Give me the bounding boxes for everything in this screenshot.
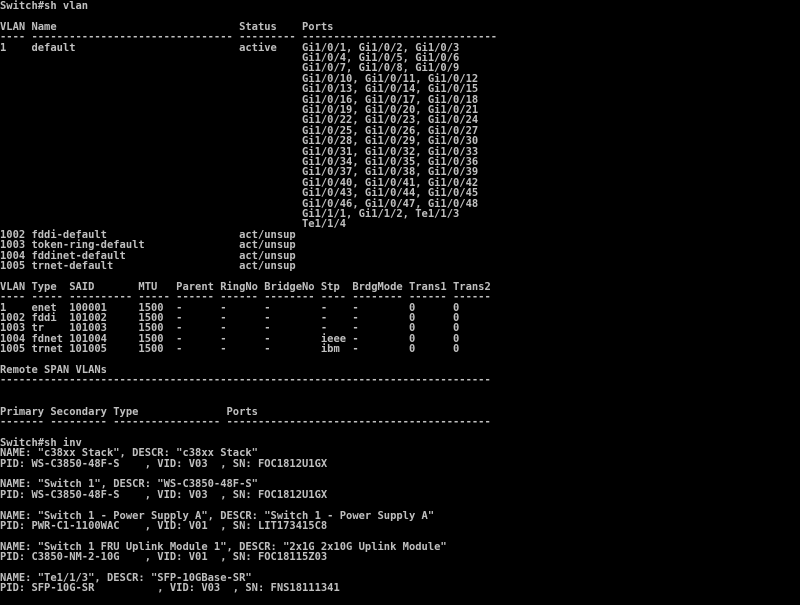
terminal-line: PID: WS-C3850-48F-S , VID: V03 , SN: FOC…	[0, 487, 328, 501]
terminal-line: ----------------------------------------…	[0, 373, 491, 387]
terminal-window[interactable]: Switch#sh vlan VLAN Name Status Ports ----…	[0, 0, 800, 605]
terminal-line: PID: WS-C3850-48F-S , VID: V03 , SN: FOC…	[0, 456, 328, 470]
terminal-line: ------- --------- ----------------- ----…	[0, 415, 491, 428]
terminal-line: PID: SFP-10G-SR , VID: V03 , SN: FNS1811…	[0, 581, 340, 595]
terminal-line: PID: PWR-C1-1100WAC , VID: V01 , SN: LIT…	[0, 519, 328, 532]
terminal-line: 1005 trnet 101005 1500 - - - ibm - 0 0	[0, 342, 460, 356]
terminal-line: 1005 trnet-default act/unsup	[0, 259, 296, 272]
terminal-line: PID: C3850-NM-2-10G , VID: V01 , SN: FOC…	[0, 550, 328, 564]
terminal-line: Switch#sh vlan	[0, 0, 89, 12]
